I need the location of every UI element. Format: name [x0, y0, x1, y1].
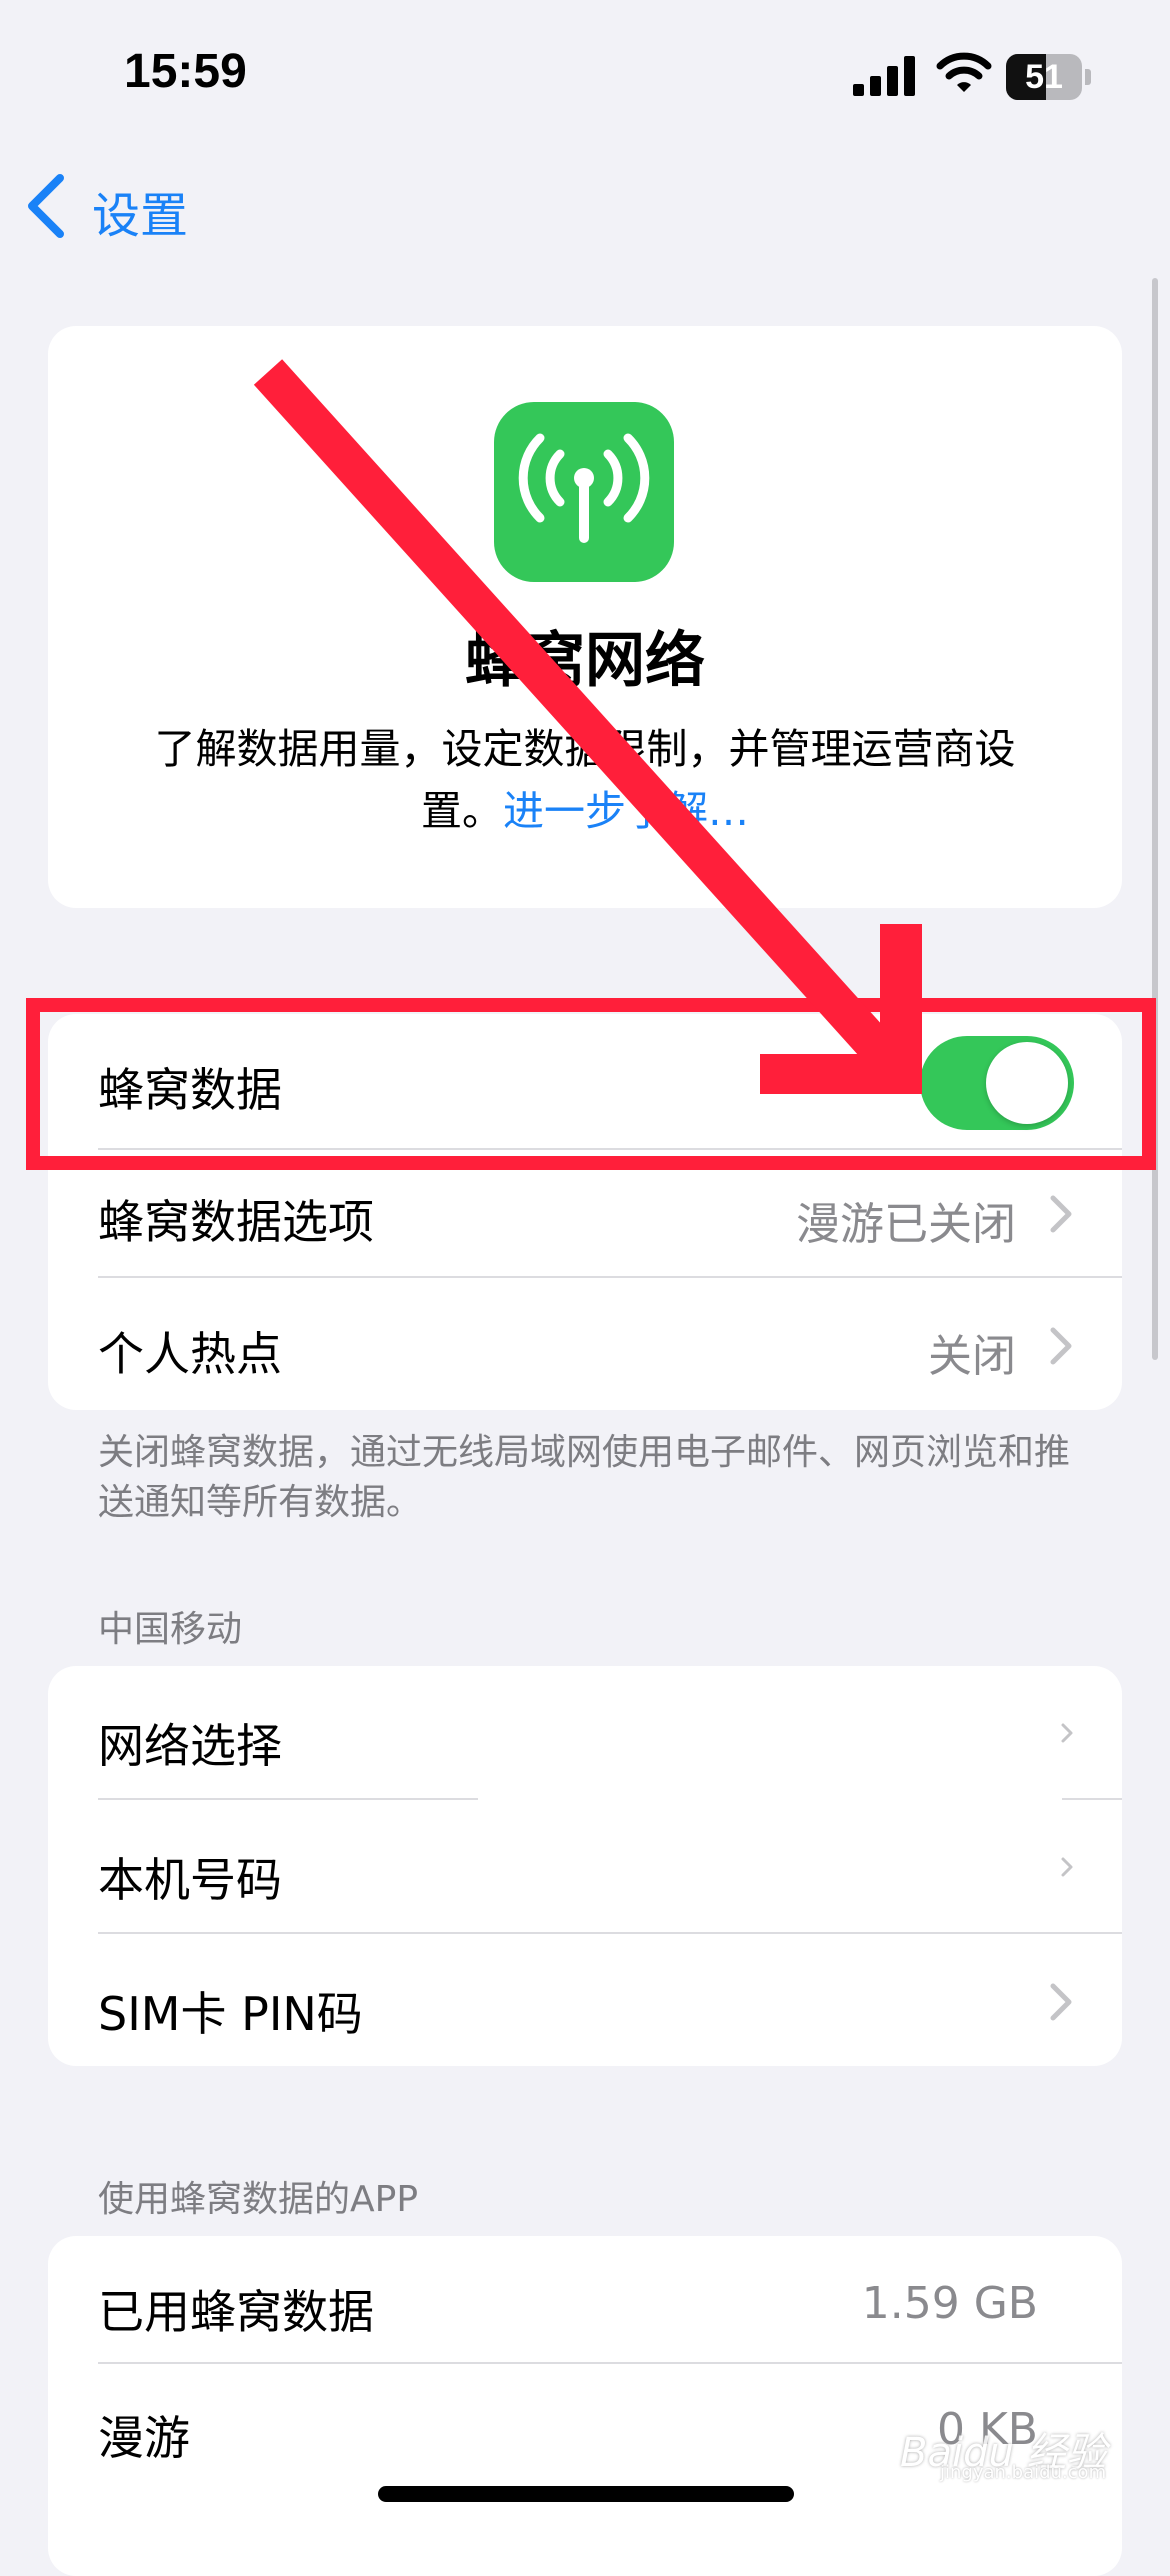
- chevron-right-icon: [1050, 1327, 1072, 1365]
- carrier-section-header: 中国移动: [98, 1609, 243, 1650]
- cellular-data-used-label: 已用蜂窝数据: [98, 2285, 374, 2339]
- baidu-watermark-url: jingyan.baidu.com: [940, 2462, 1107, 2483]
- divider: [98, 2362, 1122, 2364]
- roaming-label: 漫游: [98, 2411, 190, 2465]
- network-selection-label: 网络选择: [98, 1719, 282, 1773]
- chevron-right-icon: [1050, 1983, 1072, 2021]
- apps-section-header: 使用蜂窝数据的APP: [98, 2179, 419, 2220]
- sim-pin-label: SIM卡 PIN码: [98, 1987, 363, 2041]
- cellular-footnote: 关闭蜂窝数据，通过无线局域网使用电子邮件、网页浏览和推送通知等所有数据。: [98, 1432, 1071, 1523]
- chevron-right-icon: [1050, 1195, 1072, 1233]
- hotspot-status-value: 关闭: [928, 1331, 1016, 1382]
- home-indicator[interactable]: [378, 2486, 794, 2502]
- chevron-right-icon: [1061, 1723, 1073, 1743]
- my-number-label: 本机号码: [98, 1853, 282, 1907]
- personal-hotspot-label: 个人热点: [98, 1327, 282, 1381]
- cellular-data-used-value: 1.59 GB: [861, 2278, 1038, 2329]
- arrow-annotation-icon: [253, 359, 922, 1094]
- chevron-right-icon: [1061, 1857, 1073, 1877]
